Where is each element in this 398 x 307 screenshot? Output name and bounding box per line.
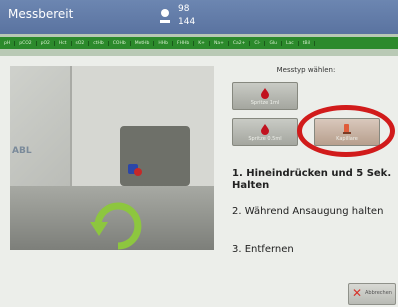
instruction-step-3: 3. Entfernen — [232, 244, 294, 255]
parameter-label: ctHb — [89, 40, 109, 46]
blood-drop-icon — [261, 124, 269, 135]
syringe-button-1[interactable]: Spritze 1ml — [232, 82, 298, 110]
parameter-label: HHb — [154, 40, 173, 46]
parameter-label: FHHb — [173, 40, 195, 46]
parameter-label: Cl- — [250, 40, 266, 46]
counter-icon — [160, 9, 170, 25]
parameter-label: MetHb — [131, 40, 155, 46]
parameter-label: K+ — [194, 40, 210, 46]
instruction-step-2: 2. Während Ansaugung halten — [232, 206, 384, 217]
parameter-label: pCO2 — [15, 40, 37, 46]
parameter-label: pH — [0, 40, 16, 46]
parameter-label: Na+ — [210, 40, 229, 46]
cancel-button-label: Abbrechen — [365, 290, 392, 296]
parameter-label: Hct — [55, 40, 72, 46]
parameter-label: Ca2+ — [229, 40, 251, 46]
status-title: Messbereit — [8, 7, 74, 21]
syringe-button-1-label: Spritze 1ml — [250, 100, 280, 106]
instruction-photo: ABL — [10, 66, 214, 250]
parameter-label: Glu — [265, 40, 283, 46]
instruction-step-1: 1. Hineindrücken und 5 Sek. Halten — [232, 168, 392, 191]
photo-brand-text: ABL — [12, 146, 32, 156]
counter-value-a: 98 — [178, 4, 190, 14]
parameter-label: Lac — [282, 40, 299, 46]
blood-drop-icon — [261, 88, 269, 99]
parameter-label: COHb — [109, 40, 131, 46]
parameter-label: sO2 — [72, 40, 90, 46]
parameter-label: tBil — [299, 40, 316, 46]
top-bar: Messbereit 98 144 — [0, 0, 398, 34]
close-icon: ✕ — [352, 286, 363, 300]
parameter-label: pO2 — [37, 40, 55, 46]
syringe-button-2-label: Spritze 0.5ml — [248, 136, 282, 142]
cancel-button[interactable]: ✕ Abbrechen — [348, 283, 396, 305]
measurement-type-label: Messtyp wählen: — [276, 66, 336, 74]
counter-value-b: 144 — [178, 17, 196, 27]
syringe-button-2[interactable]: Spritze 0.5ml — [232, 118, 298, 146]
parameter-strip: pH pCO2 pO2 Hct sO2 ctHb COHb MetHb HHb FHHb K+ Na+… — [0, 37, 398, 49]
highlight-ring — [297, 105, 395, 157]
rotate-arrow-icon — [90, 202, 142, 250]
